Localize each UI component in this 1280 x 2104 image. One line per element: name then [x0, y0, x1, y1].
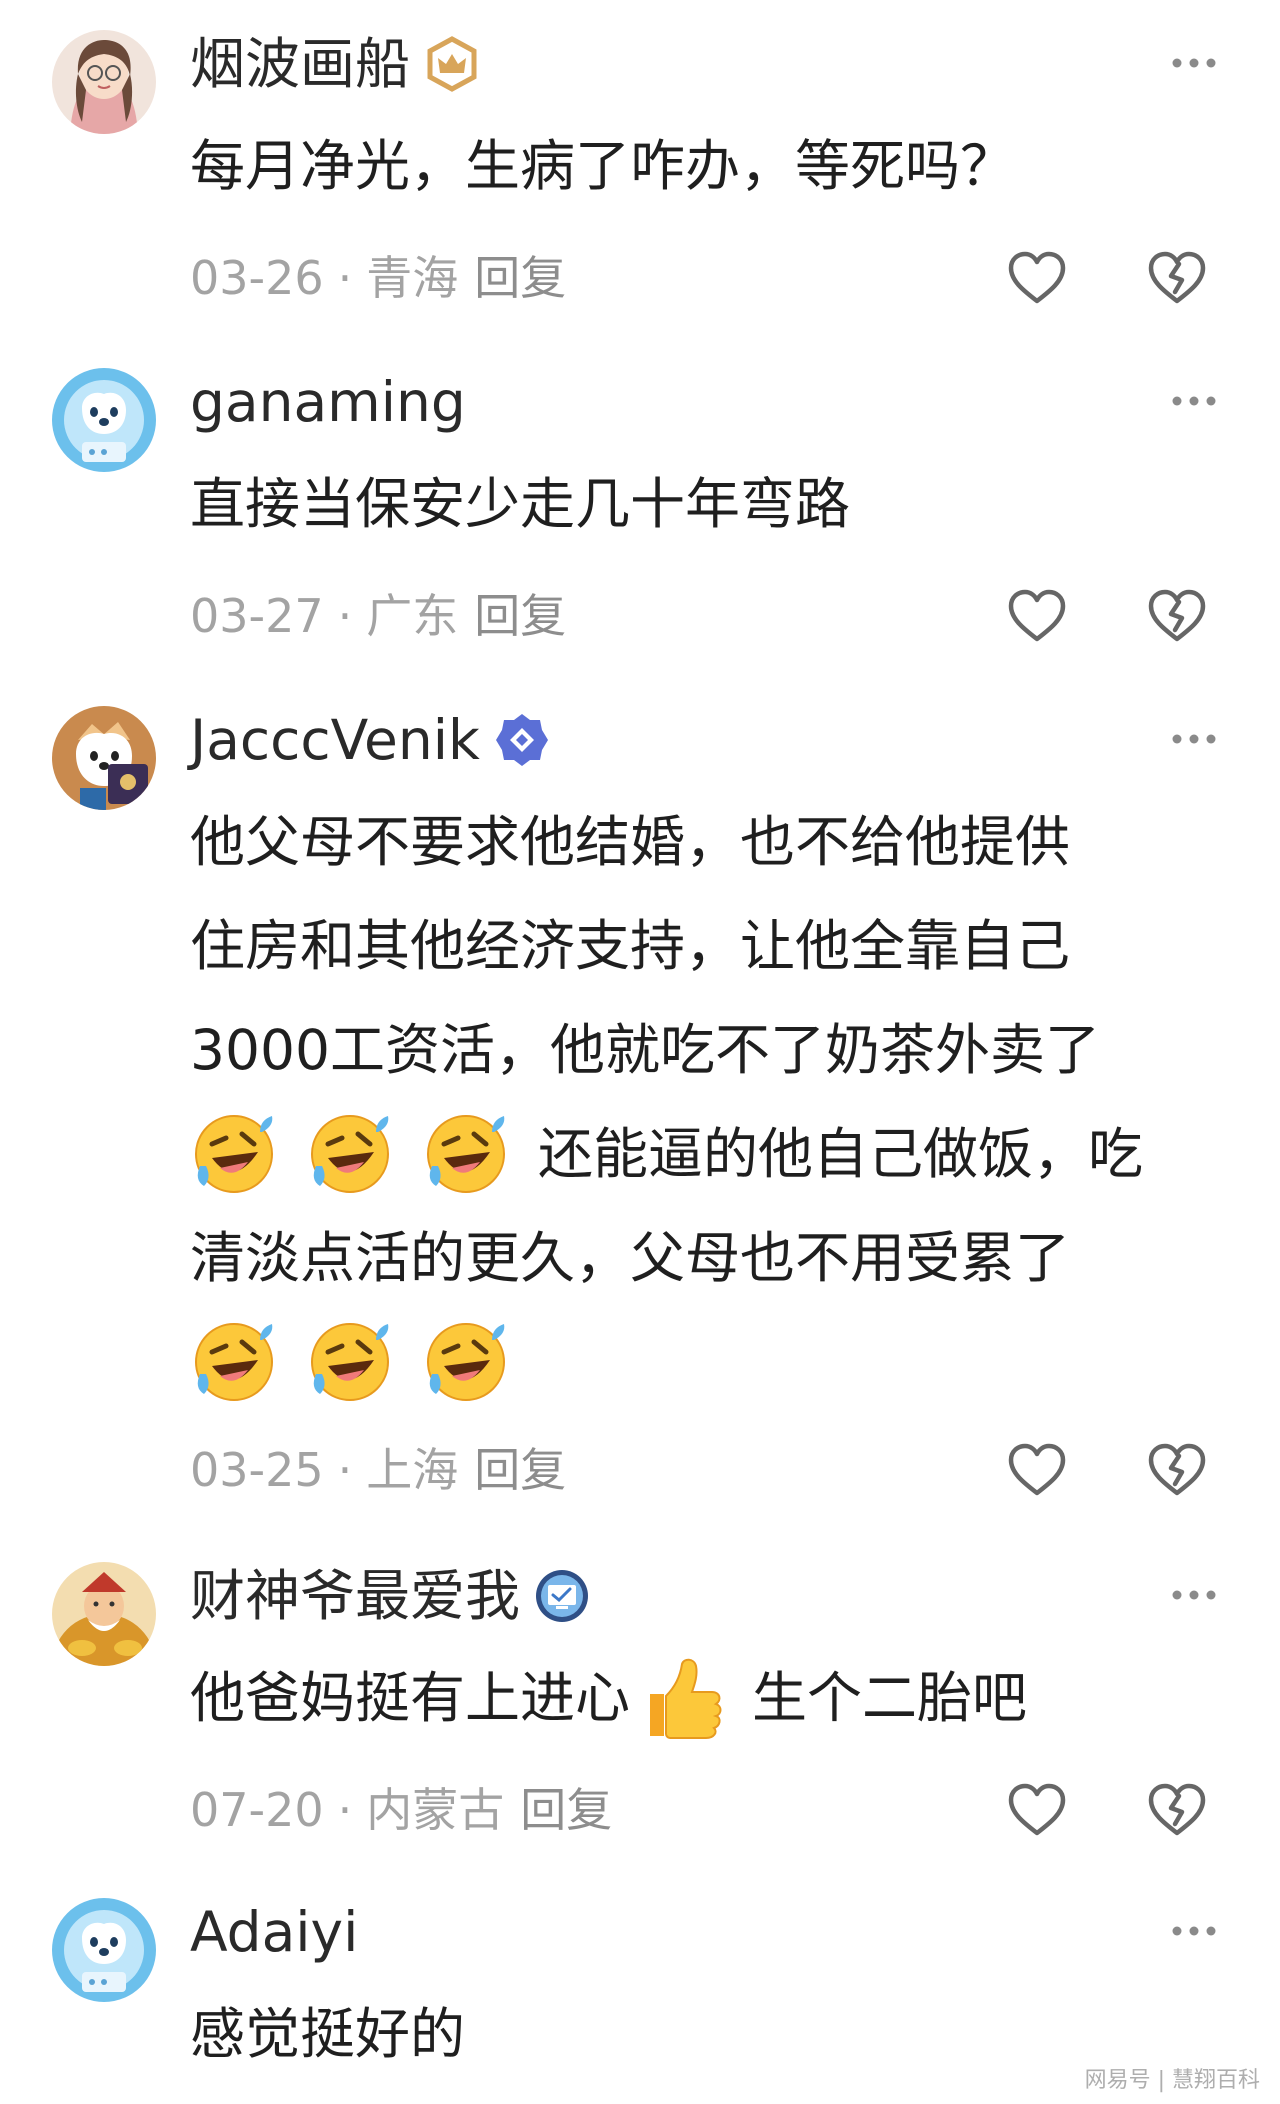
user-avatar[interactable]: [52, 1898, 156, 2002]
comment-date: 03-27: [190, 589, 324, 643]
watermark: 网易号 | 慧翔百科: [1084, 2068, 1260, 2093]
reply-button[interactable]: 回复: [474, 1443, 566, 1497]
comment-line-with-emoji: 还能逼的他自己做饭，吃: [190, 1102, 1230, 1206]
comment-location: 上海: [366, 1443, 459, 1497]
more-options-icon[interactable]: [1170, 1588, 1218, 1602]
username[interactable]: Adaiyi: [190, 1900, 358, 1964]
username-row: JacccVenik: [190, 708, 550, 772]
username-row: 财神爷最爱我: [190, 1564, 590, 1628]
comment-meta: 03-25 · 上海 回复: [190, 1440, 566, 1500]
comment-text: 他父母不要求他结婚，也不给他提供 住房和其他经济支持，让他全靠自己 3000工资…: [190, 790, 1230, 1414]
comment-text: 感觉挺好的: [190, 1982, 1230, 2086]
thumbs-up-emoji-icon: [650, 1658, 722, 1739]
username-row: 烟波画船: [190, 32, 480, 96]
comment-line: 感觉挺好的: [190, 2002, 466, 2066]
like-heart-icon[interactable]: [1006, 1782, 1068, 1838]
comment-line: 他父母不要求他结婚，也不给他提供: [190, 810, 1071, 874]
reply-button[interactable]: 回复: [474, 251, 566, 305]
crown-badge-icon: [424, 36, 480, 92]
comment-date: 03-26: [190, 251, 324, 305]
comment-line: 每月净光，生病了咋办，等死吗？: [190, 134, 1016, 198]
comment-meta: 03-27 · 广东 回复: [190, 586, 566, 646]
username-row: ganaming: [190, 370, 466, 434]
separator-dot: ·: [337, 589, 353, 643]
user-avatar[interactable]: [52, 30, 156, 134]
comment-date: 03-25: [190, 1443, 324, 1497]
reply-button[interactable]: 回复: [520, 1783, 612, 1837]
comment-emoji-row: [190, 1310, 1230, 1414]
like-heart-icon[interactable]: [1006, 250, 1068, 306]
username[interactable]: 财神爷最爱我: [190, 1564, 520, 1628]
verified-badge-icon: [494, 712, 550, 768]
user-avatar[interactable]: [52, 1562, 156, 1666]
comment-text: 他爸妈挺有上进心 生个二胎吧: [190, 1646, 1230, 1750]
comment-line-text: 还能逼的他自己做饭，吃: [538, 1122, 1144, 1186]
comment-location: 广东: [366, 589, 459, 643]
comment-location: 内蒙古: [366, 1783, 505, 1837]
rofl-emoji-icon: [311, 1115, 389, 1193]
comment-line: 住房和其他经济支持，让他全靠自己: [190, 914, 1071, 978]
comment-line-text: 他爸妈挺有上进心: [190, 1666, 631, 1730]
like-heart-icon[interactable]: [1006, 588, 1068, 644]
user-avatar[interactable]: [52, 368, 156, 472]
comment-line-text: 生个二胎吧: [752, 1666, 1028, 1730]
rofl-emoji-icon: [195, 1115, 273, 1193]
username-row: Adaiyi: [190, 1900, 358, 1964]
comment-text: 每月净光，生病了咋办，等死吗？: [190, 114, 1230, 218]
comment-line: 清淡点活的更久，父母也不用受累了: [190, 1226, 1071, 1290]
comment-line: 3000工资活，他就吃不了奶茶外卖了: [190, 1018, 1100, 1082]
separator-dot: ·: [337, 251, 353, 305]
rofl-emoji-icon: [427, 1115, 505, 1193]
comment-line: 直接当保安少走几十年弯路: [190, 472, 851, 536]
comment-location: 青海: [366, 251, 459, 305]
dislike-broken-heart-icon[interactable]: [1146, 1782, 1208, 1838]
more-options-icon[interactable]: [1170, 394, 1218, 408]
more-options-icon[interactable]: [1170, 56, 1218, 70]
comment-meta: 07-20 · 内蒙古 回复: [190, 1780, 612, 1840]
more-options-icon[interactable]: [1170, 732, 1218, 746]
username[interactable]: JacccVenik: [190, 708, 480, 772]
username[interactable]: 烟波画船: [190, 32, 410, 96]
rofl-emoji-icon: [195, 1323, 273, 1401]
message-badge-icon: [534, 1568, 590, 1624]
rofl-emoji-icon: [427, 1323, 505, 1401]
rofl-emoji-icon: [311, 1323, 389, 1401]
like-heart-icon[interactable]: [1006, 1442, 1068, 1498]
comment-line-with-emoji: 他爸妈挺有上进心 生个二胎吧: [190, 1646, 1230, 1750]
username[interactable]: ganaming: [190, 370, 466, 434]
comment-meta: 03-26 · 青海 回复: [190, 248, 566, 308]
dislike-broken-heart-icon[interactable]: [1146, 588, 1208, 644]
separator-dot: ·: [337, 1443, 353, 1497]
more-options-icon[interactable]: [1170, 1924, 1218, 1938]
dislike-broken-heart-icon[interactable]: [1146, 250, 1208, 306]
comment-date: 07-20: [190, 1783, 324, 1837]
separator-dot: ·: [337, 1783, 353, 1837]
reply-button[interactable]: 回复: [474, 589, 566, 643]
user-avatar[interactable]: [52, 706, 156, 810]
comment-text: 直接当保安少走几十年弯路: [190, 452, 1230, 556]
dislike-broken-heart-icon[interactable]: [1146, 1442, 1208, 1498]
